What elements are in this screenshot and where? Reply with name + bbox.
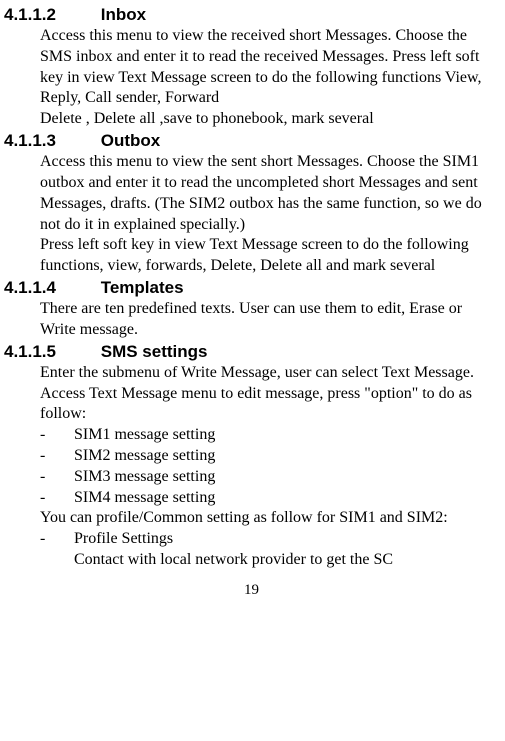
sms-para-2: You can profile/Common setting as follow…: [40, 508, 499, 529]
heading-sms-num: 4.1.1.5: [4, 341, 96, 363]
heading-outbox-title: Outbox: [101, 131, 161, 150]
list-item: - SIM4 message setting: [40, 488, 499, 509]
heading-inbox-num: 4.1.1.2: [4, 4, 96, 26]
list-item: - SIM3 message setting: [40, 467, 499, 488]
templates-para-1: There are ten predefined texts. User can…: [40, 299, 499, 341]
list-item-label: SIM1 message setting: [74, 425, 499, 446]
list-item: - SIM2 message setting: [40, 446, 499, 467]
sms-sub-para-1: Contact with local network provider to g…: [74, 550, 499, 571]
dash-icon: -: [40, 467, 74, 488]
dash-icon: -: [40, 425, 74, 446]
heading-sms: 4.1.1.5 SMS settings: [4, 341, 501, 363]
outbox-para-2: Press left soft key in view Text Message…: [40, 235, 499, 277]
sms-para-1: Enter the submenu of Write Message, user…: [40, 363, 499, 425]
list-item: - SIM1 message setting: [40, 425, 499, 446]
dash-icon: -: [40, 529, 74, 550]
inbox-para-1: Access this menu to view the received sh…: [40, 26, 499, 109]
heading-inbox: 4.1.1.2 Inbox: [4, 4, 501, 26]
heading-outbox: 4.1.1.3 Outbox: [4, 130, 501, 152]
heading-templates: 4.1.1.4 Templates: [4, 277, 501, 299]
heading-inbox-title: Inbox: [101, 5, 146, 24]
heading-templates-title: Templates: [101, 278, 184, 297]
list-item-label: SIM3 message setting: [74, 467, 499, 488]
list-item-label: SIM2 message setting: [74, 446, 499, 467]
inbox-para-2: Delete , Delete all ,save to phonebook, …: [40, 109, 499, 130]
list-item-label: Profile Settings: [74, 529, 499, 550]
heading-sms-title: SMS settings: [101, 342, 208, 361]
page-number: 19: [2, 581, 501, 601]
dash-icon: -: [40, 446, 74, 467]
dash-icon: -: [40, 488, 74, 509]
heading-outbox-num: 4.1.1.3: [4, 130, 96, 152]
heading-templates-num: 4.1.1.4: [4, 277, 96, 299]
list-item: - Profile Settings: [40, 529, 499, 550]
list-item-label: SIM4 message setting: [74, 488, 499, 509]
outbox-para-1: Access this menu to view the sent short …: [40, 152, 499, 235]
